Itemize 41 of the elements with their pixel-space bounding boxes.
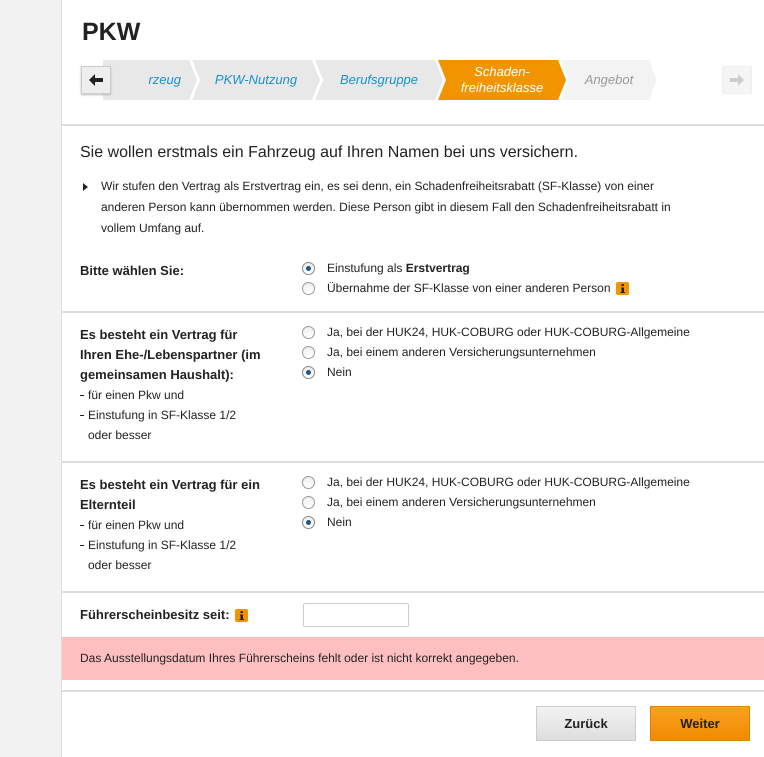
note-text: für einen Pkw und — [88, 517, 186, 534]
option-label[interactable]: Nein — [327, 365, 352, 379]
radio-button[interactable] — [302, 346, 315, 358]
page-title: PKW — [82, 17, 142, 47]
question-label: Es besteht ein Vertrag für ein Elternteil — [80, 476, 261, 514]
field-label: Führerscheinbesitz seit: — [80, 606, 230, 624]
note-text: für einen Pkw und — [88, 387, 186, 404]
dash-icon — [80, 525, 84, 526]
dash-icon — [80, 415, 84, 416]
question-label: Es besteht ein Vertrag für Ihren Ehe-/Lebenspartner (im gemeinsamen Haushalt): — [80, 326, 262, 384]
date-input-field[interactable] — [302, 603, 409, 627]
radio-button[interactable] — [302, 366, 315, 378]
radio-button[interactable] — [302, 326, 315, 338]
option-label[interactable]: Nein — [327, 515, 352, 529]
radio-button[interactable] — [302, 496, 315, 508]
section-heading: Sie wollen erstmals ein Fahrzeug auf Ihren Namen bei uns versichern. — [80, 144, 580, 162]
left-arrow-icon — [89, 74, 103, 86]
question-label: Bitte wählen Sie: — [80, 262, 186, 280]
option-label[interactable]: Übernahme der SF-Klasse von einer anderen Person — [327, 281, 610, 295]
dash-icon — [80, 395, 84, 396]
note-text: Einstufung in SF-Klasse 1/2 oder besser — [88, 537, 238, 574]
option-label[interactable]: Einstufung als Erstvertrag — [327, 261, 470, 275]
info-icon[interactable] — [234, 608, 248, 622]
radio-button[interactable] — [302, 516, 315, 528]
radio-button[interactable] — [302, 476, 315, 488]
next-button[interactable]: Weiter — [650, 706, 750, 741]
dash-icon — [80, 545, 84, 546]
radio-button[interactable] — [302, 282, 315, 294]
info-icon[interactable] — [616, 282, 628, 294]
back-button[interactable] — [81, 66, 111, 94]
option-label[interactable]: Ja, bei der HUK24, HUK-COBURG oder HUK-COBURG-Allgemeine — [327, 325, 690, 339]
right-arrow-icon — [730, 74, 744, 86]
option-label[interactable]: Ja, bei einem anderen Versicherungsunternehmen — [327, 345, 596, 359]
back-text-button[interactable]: Zurück — [536, 706, 636, 741]
bullet-icon — [83, 183, 88, 191]
option-label[interactable]: Ja, bei der HUK24, HUK-COBURG oder HUK-COBURG-Allgemeine — [327, 475, 690, 489]
info-text: Wir stufen den Vertrag als Erstvertrag ein, es sei denn, ein Schadenfreiheitsrabatt (SF-Klasse) von einer anderen Person kann übernommen werden. Diese Person gibt in diesem Fall den Schadenfreiheitsrabatt in vollem Umfang auf. — [101, 178, 672, 237]
option-label[interactable]: Ja, bei einem anderen Versicherungsunternehmen — [327, 495, 596, 509]
radio-button[interactable] — [302, 262, 315, 274]
note-text: Einstufung in SF-Klasse 1/2 oder besser — [88, 407, 238, 444]
error-message: Das Ausstellungsdatum Ihres Führerscheins fehlt oder ist nicht korrekt angegeben. — [62, 637, 764, 680]
